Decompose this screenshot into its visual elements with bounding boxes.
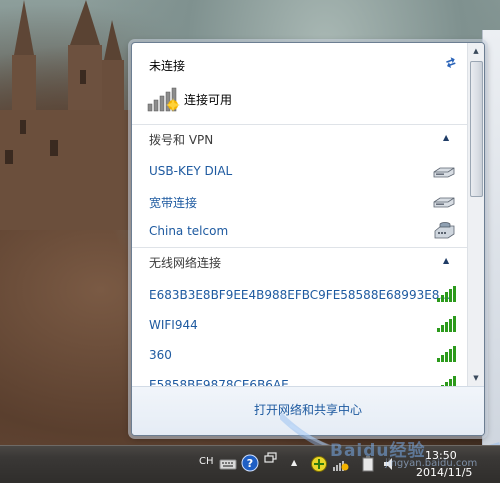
network-available-icon bbox=[147, 87, 180, 112]
wireless-item-3[interactable]: 360 bbox=[132, 341, 468, 369]
scroll-up-arrow-icon[interactable]: ▲ bbox=[468, 43, 484, 59]
signal-strength-icon bbox=[437, 286, 456, 302]
network-item-name: E683B3E8BF9EE4B988EFBC9FE58588E68993E8..… bbox=[149, 288, 451, 302]
network-item-name: E5858BE9878CE6B6AE bbox=[149, 378, 289, 386]
add-circle-icon[interactable] bbox=[310, 455, 328, 473]
network-item-name: China telcom bbox=[149, 224, 229, 238]
help-icon[interactable]: ? bbox=[241, 454, 259, 472]
collapse-chevron-up-icon[interactable]: ▲ bbox=[443, 133, 449, 142]
modem-icon bbox=[433, 167, 455, 178]
popup-scrollbar[interactable]: ▲ ▼ bbox=[467, 43, 484, 386]
signal-strength-icon bbox=[437, 346, 456, 362]
popup-content: 未连接 连接可用 拨号和 VPN ▲ USB-KEY DIAL 宽带连接 Chi… bbox=[132, 43, 468, 386]
keyboard-icon[interactable] bbox=[219, 455, 237, 473]
desktop-screen: 未连接 连接可用 拨号和 VPN ▲ USB-KEY DIAL 宽带连接 Chi… bbox=[0, 0, 500, 483]
wireless-item-4[interactable]: E5858BE9878CE6B6AE bbox=[132, 371, 468, 386]
refresh-icon[interactable] bbox=[443, 55, 459, 71]
wireless-item-1[interactable]: E683B3E8BF9EE4B988EFBC9FE58588E68993E8..… bbox=[132, 281, 468, 309]
dialup-item-china-telcom[interactable]: China telcom bbox=[132, 217, 468, 245]
scroll-down-arrow-icon[interactable]: ▼ bbox=[468, 370, 484, 386]
signal-strength-icon bbox=[441, 376, 456, 386]
restore-window-icon[interactable] bbox=[263, 451, 281, 469]
section-wireless-title: 无线网络连接 bbox=[149, 256, 222, 270]
dialup-item-broadband[interactable]: 宽带连接 bbox=[132, 187, 468, 215]
wireless-item-2[interactable]: WIFI944 bbox=[132, 311, 468, 339]
network-connections-popup: 未连接 连接可用 拨号和 VPN ▲ USB-KEY DIAL 宽带连接 Chi… bbox=[131, 42, 485, 436]
section-dialup-vpn-header[interactable]: 拨号和 VPN ▲ bbox=[132, 124, 468, 147]
baidu-watermark-url: jingyan.baidu.com bbox=[385, 458, 478, 469]
dialup-item-usb-key-dial[interactable]: USB-KEY DIAL bbox=[132, 157, 468, 185]
connections-available-row: 连接可用 bbox=[147, 85, 447, 115]
svg-text:?: ? bbox=[247, 457, 253, 470]
connection-available-label: 连接可用 bbox=[184, 93, 233, 107]
section-wireless-header[interactable]: 无线网络连接 ▲ bbox=[132, 247, 468, 270]
network-item-name: USB-KEY DIAL bbox=[149, 164, 233, 178]
input-language-indicator[interactable]: CH bbox=[199, 456, 214, 467]
scrollbar-thumb[interactable] bbox=[470, 61, 483, 197]
network-item-name: WIFI944 bbox=[149, 318, 198, 332]
signal-strength-icon bbox=[437, 316, 456, 332]
show-hidden-icons-chevron-icon[interactable]: ▲ bbox=[291, 458, 309, 476]
phone-modem-icon bbox=[434, 222, 455, 239]
section-dialup-vpn-title: 拨号和 VPN bbox=[149, 133, 214, 147]
network-item-name: 宽带连接 bbox=[149, 196, 198, 210]
modem-icon bbox=[433, 197, 455, 208]
castle-wallpaper-art bbox=[0, 0, 140, 230]
connection-status-title: 未连接 bbox=[149, 59, 186, 73]
collapse-chevron-up-icon[interactable]: ▲ bbox=[443, 256, 449, 265]
network-item-name: 360 bbox=[149, 348, 172, 362]
